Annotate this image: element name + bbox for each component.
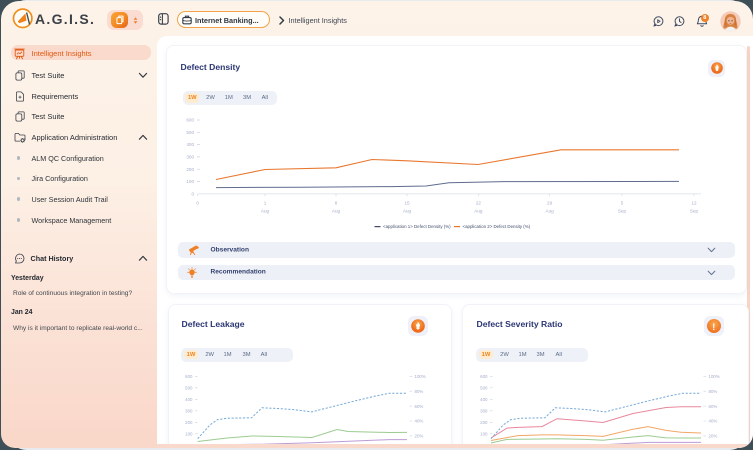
- svg-text:500: 500: [186, 130, 194, 135]
- svg-text:22: 22: [475, 200, 481, 205]
- svg-text:60%: 60%: [708, 404, 717, 409]
- svg-text:80%: 80%: [414, 389, 423, 394]
- svg-text:100%: 100%: [708, 374, 719, 379]
- svg-text:300: 300: [186, 155, 194, 160]
- svg-text:600: 600: [480, 374, 488, 379]
- svg-text:200: 200: [185, 420, 193, 425]
- svg-text:400: 400: [185, 397, 193, 402]
- svg-text:5: 5: [620, 200, 623, 205]
- svg-text:400: 400: [480, 397, 488, 402]
- svg-text:0: 0: [191, 191, 194, 196]
- svg-text:20%: 20%: [708, 434, 717, 439]
- svg-text:Aug: Aug: [474, 208, 483, 213]
- svg-text:40%: 40%: [414, 419, 423, 424]
- svg-text:600: 600: [185, 374, 193, 379]
- svg-text:60%: 60%: [414, 404, 423, 409]
- svg-text:Aug: Aug: [331, 208, 340, 213]
- svg-text:40%: 40%: [708, 419, 717, 424]
- svg-text:Aug: Aug: [545, 208, 554, 213]
- svg-text:400: 400: [186, 142, 194, 147]
- svg-text:Sep: Sep: [617, 208, 626, 213]
- svg-text:100%: 100%: [414, 374, 425, 379]
- svg-text:300: 300: [185, 409, 193, 414]
- svg-text:100: 100: [186, 179, 194, 184]
- svg-text:100: 100: [480, 432, 488, 437]
- svg-text:500: 500: [185, 386, 193, 391]
- svg-text:Aug: Aug: [402, 208, 411, 213]
- svg-text:200: 200: [186, 167, 194, 172]
- svg-text:15: 15: [404, 200, 410, 205]
- svg-text:Aug: Aug: [260, 208, 269, 213]
- svg-text:1: 1: [263, 200, 266, 205]
- svg-text:<application 2> Defect Density: <application 2> Defect Density (%): [462, 224, 530, 229]
- svg-text:12: 12: [691, 200, 697, 205]
- svg-text:20%: 20%: [414, 434, 423, 439]
- svg-text:80%: 80%: [708, 389, 717, 394]
- svg-text:500: 500: [480, 386, 488, 391]
- svg-text:29: 29: [547, 200, 553, 205]
- svg-text:300: 300: [480, 409, 488, 414]
- svg-text:Sep: Sep: [689, 208, 698, 213]
- svg-text:8: 8: [334, 200, 337, 205]
- svg-text:<application 1> Defect Density: <application 1> Defect Density (%): [383, 224, 451, 229]
- svg-text:100: 100: [185, 432, 193, 437]
- svg-text:200: 200: [480, 420, 488, 425]
- svg-text:600: 600: [186, 118, 194, 123]
- svg-text:0: 0: [196, 200, 199, 205]
